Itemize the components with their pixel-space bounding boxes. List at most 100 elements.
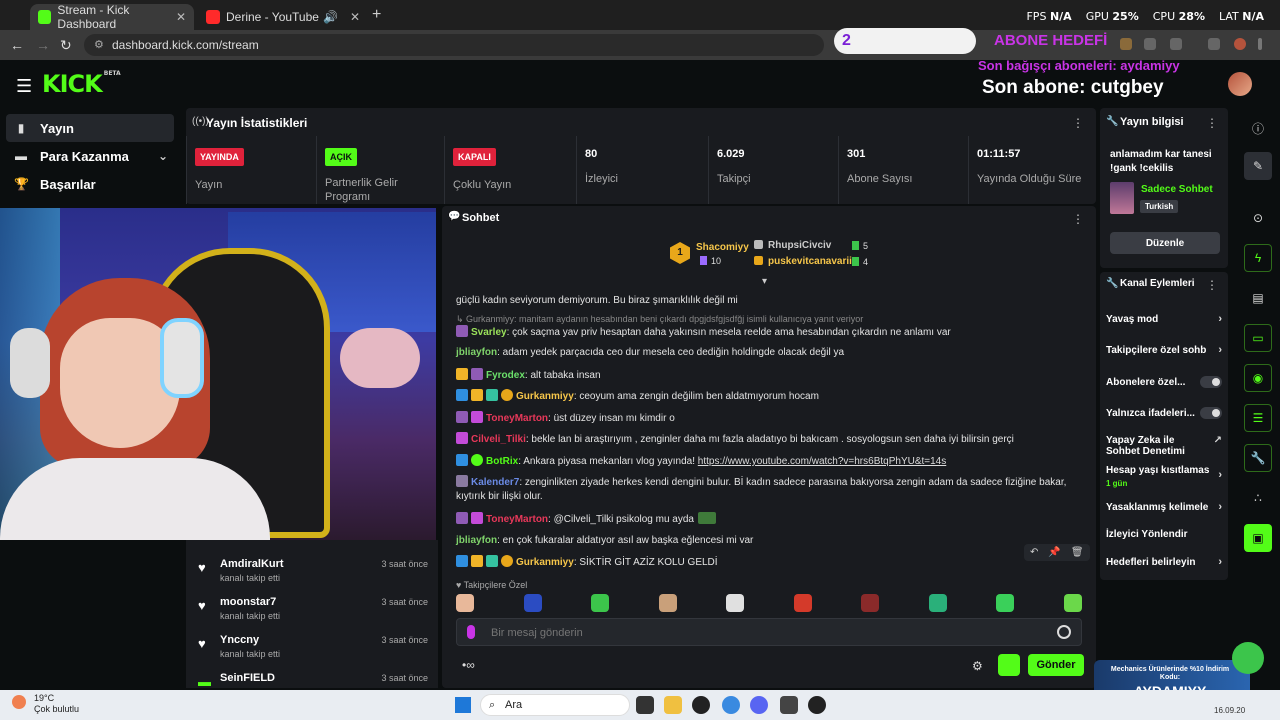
action-subscribers-only[interactable]: Abonelere özel... [1106,376,1226,388]
action-followers-only[interactable]: Takipçilere özel sohb › [1106,345,1226,357]
reply-icon[interactable]: ↶ [1030,547,1038,558]
heart-icon: ♥ [198,598,206,613]
downloads-icon[interactable] [1208,38,1220,50]
puzzle-icon[interactable] [1170,38,1182,50]
action-set-goals[interactable]: Hedefleri belirleyin › [1106,557,1226,569]
reload-icon[interactable]: ↻ [60,37,72,54]
broadcast-icon[interactable]: ◉ [1244,364,1272,392]
chat-tools-icon[interactable]: •∞ [462,658,475,672]
kick-emote-icon[interactable] [998,654,1020,676]
profile-icon[interactable] [1234,38,1246,50]
kebab-menu-icon[interactable]: ⋮ [1206,116,1218,130]
sidebar-item-monetization[interactable]: ▬ Para Kazanma ⌄ [6,142,174,170]
url-field[interactable]: ⚙ dashboard.kick.com/stream [84,34,824,56]
close-tab-icon[interactable]: ✕ [350,10,360,24]
emote-icon[interactable] [861,594,880,612]
lightning-icon[interactable]: ϟ [1244,244,1272,272]
emote-icon[interactable] [726,594,745,612]
gifter-name[interactable]: Shacomiyy [696,242,749,253]
url-text: dashboard.kick.com/stream [112,38,259,52]
emote-icon[interactable] [456,594,474,612]
app-icon[interactable] [692,696,710,714]
dots-icon[interactable]: ∴ [1244,484,1272,512]
new-tab-icon[interactable]: + [372,6,381,24]
taskbar-search[interactable]: ⌕ Ara [480,694,630,716]
action-account-age[interactable]: Hesap yaşı kısıtlamas 1 gün › [1106,465,1226,489]
kebab-menu-icon[interactable]: ⋮ [1206,278,1218,292]
camera-icon[interactable]: ⊙ [1244,204,1272,232]
emote-icon[interactable] [928,594,947,612]
emote-icon[interactable] [1063,594,1082,612]
toggle-switch[interactable] [1200,376,1222,388]
list-icon[interactable]: ☰ [1244,404,1272,432]
category-name[interactable]: Sadece Sohbet [1141,184,1213,195]
action-raid[interactable]: İzleyici Yönlendir [1106,529,1226,540]
message-actions: ↶ 📌 🗑 [1024,544,1090,561]
action-slow-mode[interactable]: Yavaş mod › [1106,313,1226,326]
discord-icon[interactable] [750,696,768,714]
back-icon[interactable]: ← [10,37,24,53]
sidebar-item-achievements[interactable]: 🏆 Başarılar [6,170,174,198]
info-icon[interactable]: ⓘ [1244,114,1272,142]
pencil-icon[interactable]: ✎ [1244,152,1272,180]
edit-button[interactable]: Düzenle [1110,232,1220,254]
pinned-expand-icon[interactable]: ▾ [762,276,767,287]
follower-name[interactable]: SeinFIELD [220,672,275,684]
obs-icon[interactable] [808,696,826,714]
audio-icon[interactable]: 🔊 [323,10,338,24]
microphone-icon[interactable] [467,625,475,639]
hamburger-menu-icon[interactable]: ☰ [16,76,32,97]
site-info-icon[interactable]: ⚙ [94,34,104,56]
emote-icon[interactable] [658,594,677,612]
kick-app-icon[interactable]: ▣ [1244,524,1272,552]
chrome-icon[interactable] [722,696,740,714]
weather-icon[interactable] [12,695,26,709]
chat-message: jbliayfon: adam yedek parçacıda ceo dur … [456,347,845,358]
emote-icon[interactable] [996,594,1015,612]
gifter-second[interactable]: RhupsiCivciv [754,240,831,251]
chevron-right-icon: › [1218,313,1222,325]
app-icon[interactable] [780,696,798,714]
emote-icon[interactable] [523,594,542,612]
emote-icon[interactable] [591,594,610,612]
kebab-menu-icon[interactable]: ⋮ [1072,116,1084,130]
wrench-icon[interactable]: 🔧 [1244,444,1272,472]
file-explorer-icon[interactable] [664,696,682,714]
kebab-menu-icon[interactable] [1258,38,1262,50]
chat-icon[interactable]: ▭ [1244,324,1272,352]
gifter-third[interactable]: puskevitcanavarii [754,256,852,267]
action-ai-moderation[interactable]: Yapay Zeka ile Sohbet Denetimi ↗ [1106,435,1222,457]
windows-start-icon[interactable] [455,697,471,713]
extension-icon[interactable] [1120,38,1132,50]
gear-icon[interactable]: ⚙ [972,659,983,673]
pin-icon[interactable]: 📌 [1048,547,1060,558]
follower-name[interactable]: moonstar7 [220,596,276,608]
chat-link[interactable]: https://www.youtube.com/watch?v=hrs6BtqP… [698,456,946,467]
stat-label: Takipçi [717,173,751,185]
sidebar-item-stream[interactable]: ▮ Yayın [6,114,174,142]
kebab-menu-icon[interactable]: ⋮ [1072,212,1084,226]
trophy-icon: 🏆 [14,177,29,191]
document-icon[interactable]: ▤ [1244,284,1272,312]
emoji-icon[interactable] [1057,625,1071,639]
action-banned-words[interactable]: Yasaklanmış kelimele › [1106,502,1226,514]
chat-message-input[interactable] [491,624,1051,642]
follower-name[interactable]: Ynccny [220,634,259,646]
badge-icon [456,432,468,444]
send-button[interactable]: Gönder [1028,654,1084,676]
task-view-icon[interactable] [636,696,654,714]
avatar[interactable] [1228,72,1252,96]
kick-logo[interactable]: KICK BETA [42,70,121,98]
tab-kick-dashboard[interactable]: Stream - Kick Dashboard ✕ [30,3,194,31]
tab-youtube[interactable]: Derine - YouTube 🔊 ✕ [198,4,368,30]
tab-title: Derine - YouTube [226,10,319,24]
action-emotes-only[interactable]: Yalnızca ifadeleri... [1106,407,1226,419]
extension-icon[interactable] [1144,38,1156,50]
follower-name[interactable]: AmdiralKurt [220,558,284,570]
forward-icon[interactable]: → [36,37,50,53]
delete-icon[interactable]: 🗑 [1071,547,1084,558]
toggle-switch[interactable] [1200,407,1222,419]
emote-icon[interactable] [793,594,812,612]
close-tab-icon[interactable]: ✕ [176,10,186,24]
chat-message: ToneyMarton: üst düzey insan mı kimdir o [456,411,1070,426]
